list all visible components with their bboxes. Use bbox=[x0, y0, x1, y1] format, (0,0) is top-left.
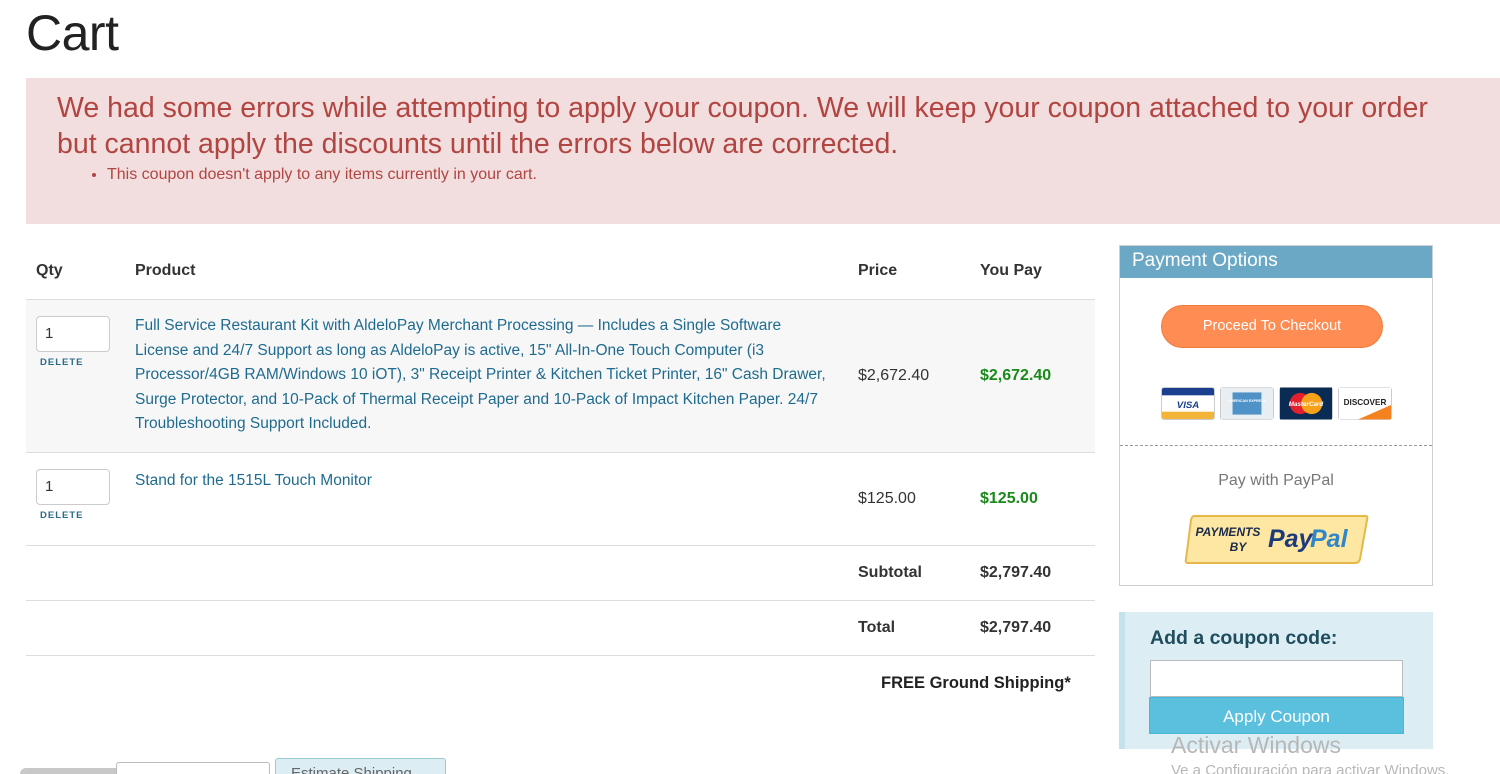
header-you-pay: You Pay bbox=[980, 244, 1095, 300]
shipping-note: FREE Ground Shipping* bbox=[881, 674, 1071, 692]
visa-card-icon: VISA bbox=[1161, 387, 1215, 420]
accepted-cards: VISA AMERICAN EXPRESS MasterCard DISCOVE… bbox=[1161, 387, 1392, 420]
windows-activation-watermark: Activar Windows bbox=[1171, 732, 1341, 758]
error-message-line-1: We had some errors while attempting to a… bbox=[57, 92, 1428, 124]
discover-card-text: DISCOVER bbox=[1344, 398, 1387, 407]
paypal-badge-by-text: BY bbox=[1230, 540, 1248, 554]
payment-options-header: Payment Options bbox=[1120, 246, 1432, 278]
total-label: Total bbox=[858, 618, 896, 636]
visa-card-text: VISA bbox=[1177, 400, 1199, 411]
page-title: Cart bbox=[26, 5, 119, 61]
total-value: $2,797.40 bbox=[980, 618, 1052, 636]
item-you-pay: $125.00 bbox=[980, 489, 1038, 507]
quantity-input[interactable] bbox=[36, 468, 110, 505]
pay-with-paypal-label: Pay with PayPal bbox=[1218, 472, 1334, 489]
product-link[interactable]: Stand for the 1515L Touch Monitor bbox=[135, 469, 858, 494]
product-link[interactable]: Full Service Restaurant Kit with AldeloP… bbox=[135, 314, 858, 437]
subtotal-row: Subtotal $2,797.40 bbox=[26, 545, 1095, 601]
header-qty: Qty bbox=[26, 244, 135, 300]
item-you-pay: $2,672.40 bbox=[980, 366, 1052, 384]
windows-activation-subtext: Ve a Configuración para activar Windows. bbox=[1171, 762, 1450, 774]
item-price: $125.00 bbox=[858, 489, 916, 507]
proceed-to-checkout-button[interactable]: Proceed To Checkout bbox=[1161, 305, 1383, 348]
cart-table: Qty Product Price You Pay Delete Full Se… bbox=[26, 244, 1095, 656]
paypal-logo-pay: Pay bbox=[1268, 525, 1314, 553]
quantity-input[interactable] bbox=[36, 315, 110, 352]
paypal-badge-small-text: PAYMENTS bbox=[1196, 525, 1261, 539]
mastercard-text: MasterCard bbox=[1289, 401, 1324, 408]
subtotal-label: Subtotal bbox=[858, 563, 922, 581]
amex-card-icon: AMERICAN EXPRESS bbox=[1220, 387, 1274, 420]
delete-item-link[interactable]: Delete bbox=[40, 510, 83, 521]
cart-row: Delete Stand for the 1515L Touch Monitor… bbox=[26, 452, 1095, 546]
header-price: Price bbox=[858, 244, 980, 300]
coupon-panel: Add a coupon code: Apply Coupon bbox=[1119, 612, 1433, 749]
paypal-button[interactable]: PAYMENTS BY Pay Pal bbox=[1184, 514, 1369, 565]
error-message-line-2: but cannot apply the discounts until the… bbox=[57, 128, 899, 160]
item-price: $2,672.40 bbox=[858, 366, 930, 384]
cart-table-header: Qty Product Price You Pay bbox=[26, 244, 1095, 300]
discover-card-icon: DISCOVER bbox=[1338, 387, 1392, 420]
estimate-shipping-button[interactable]: Estimate Shipping bbox=[275, 758, 446, 774]
coupon-title: Add a coupon code: bbox=[1150, 627, 1338, 649]
header-product: Product bbox=[135, 244, 858, 300]
mastercard-icon: MasterCard bbox=[1279, 387, 1333, 420]
total-row: Total $2,797.40 bbox=[26, 600, 1095, 656]
delete-item-link[interactable]: Delete bbox=[40, 357, 83, 368]
error-item: This coupon doesn't apply to any items c… bbox=[107, 166, 1500, 184]
payment-divider bbox=[1120, 445, 1432, 446]
amex-card-text: AMERICAN EXPRESS bbox=[1228, 399, 1266, 403]
payment-options-panel: Payment Options Proceed To Checkout VISA… bbox=[1119, 245, 1433, 586]
apply-coupon-button[interactable]: Apply Coupon bbox=[1149, 697, 1404, 734]
cart-row: Delete Full Service Restaurant Kit with … bbox=[26, 299, 1095, 453]
coupon-error-alert: We had some errors while attempting to a… bbox=[26, 78, 1500, 224]
coupon-code-input[interactable] bbox=[1150, 660, 1403, 697]
subtotal-value: $2,797.40 bbox=[980, 563, 1052, 581]
paypal-logo-pal: Pal bbox=[1310, 525, 1349, 553]
error-list: This coupon doesn't apply to any items c… bbox=[107, 166, 1500, 184]
bottom-field-partial[interactable] bbox=[116, 762, 270, 774]
